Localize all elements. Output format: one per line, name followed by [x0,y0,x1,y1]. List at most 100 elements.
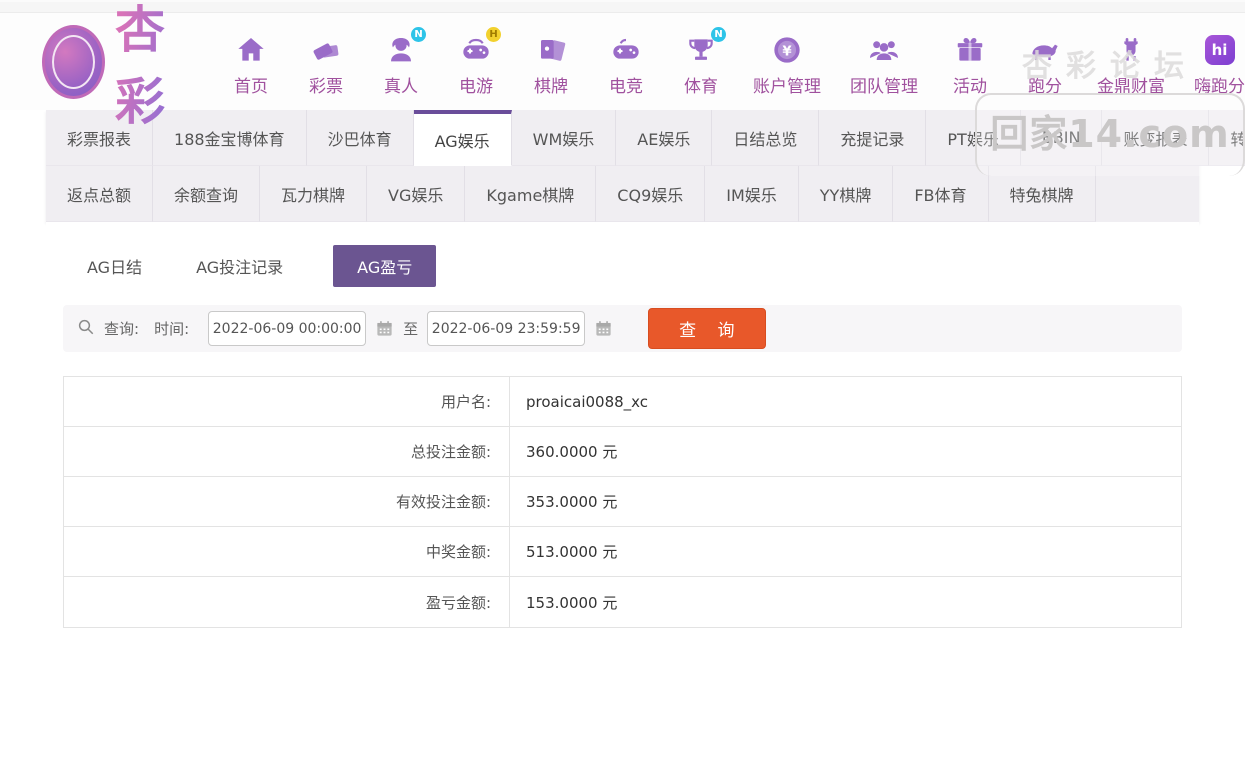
table-row: 有效投注金额: 353.0000 元 [64,477,1181,527]
hot-badge: H [486,26,501,42]
nav-label: 彩票 [309,76,343,97]
nav-label: 电竞 [609,76,643,97]
row-label: 中奖金额: [64,527,510,576]
search-bar: 查询: 时间: 至 查 询 [63,305,1182,352]
subtab-ag-yingkui[interactable]: AG盈亏 [333,245,437,287]
tab-vg-yule[interactable]: VG娱乐 [367,166,466,222]
tab-rijie-zonglan[interactable]: 日结总览 [712,110,820,166]
nav-item-live[interactable]: N 真人 [378,26,426,97]
nav-label: 账户管理 [753,76,821,97]
nav-label: 活动 [953,76,987,97]
content-card: AG日结 AG投注记录 AG盈亏 查询: 时间: 至 查 询 用户名: [46,222,1199,645]
subtab-ag-rijie[interactable]: AG日结 [83,245,146,287]
tab-zhuanzhang-baobiao[interactable]: 转账报表 [1209,110,1245,166]
logo-emblem-icon [42,24,105,99]
row-value: proaicai0088_xc [526,392,649,411]
query-label: 查询: [104,320,140,338]
to-separator: 至 [403,320,419,338]
rhino-icon [1028,33,1062,67]
hi-app-icon: hi [1203,33,1237,67]
time-label: 时间: [154,320,190,338]
search-icon [77,318,95,340]
tab-cq9-yule[interactable]: CQ9娱乐 [596,166,706,222]
query-button[interactable]: 查 询 [648,308,766,349]
site-header: 杏彩 首页 彩票 N 真人 H 电游 棋牌 电竞 N 体育 ¥ 账户管理 团队管… [0,1,1245,176]
nav-item-account[interactable]: ¥ 账户管理 [753,33,821,97]
tab-fandian-zonge[interactable]: 返点总额 [46,166,154,222]
cards-icon [534,33,568,67]
row-label: 用户名: [64,377,510,426]
nav-label: 首页 [234,76,268,97]
nav-label: 团队管理 [850,76,918,97]
tab-wali-qipai[interactable]: 瓦力棋牌 [260,166,368,222]
subtab-ag-touzhu-jilu[interactable]: AG投注记录 [192,245,287,287]
tab-bbin[interactable]: BBIN [1020,110,1103,166]
tab-yy-qipai[interactable]: YY棋牌 [798,166,894,222]
tab-row-1: 彩票报表 188金宝博体育 沙巴体育 AG娱乐 WM娱乐 AE娱乐 日结总览 充… [46,110,1245,166]
live-person-icon: N [384,26,426,67]
nav-item-paofen[interactable]: 跑分 [1022,33,1068,97]
new-badge: N [411,26,426,42]
nav-item-egames[interactable]: H 电游 [453,26,501,97]
date-to-input[interactable] [427,311,586,346]
tab-fb-tiyu[interactable]: FB体育 [893,166,989,222]
table-row: 盈亏金额: 153.0000 元 [64,577,1181,627]
gamepad-icon: H [459,26,501,67]
tab-row-2: 返点总额 余额查询 瓦力棋牌 VG娱乐 Kgame棋牌 CQ9娱乐 IM娱乐 Y… [46,166,1199,222]
nav-item-activity[interactable]: 活动 [947,33,993,97]
row-value: 353.0000 元 [526,493,618,511]
trophy-icon: N [684,26,726,67]
nav-item-sports[interactable]: N 体育 [678,26,726,97]
calendar-icon[interactable] [375,319,394,338]
tab-ae-yule[interactable]: AE娱乐 [616,110,713,166]
nav-item-jinding[interactable]: 金鼎财富 [1097,33,1165,97]
row-value: 513.0000 元 [526,543,618,561]
row-label: 总投注金额: [64,427,510,476]
table-row: 中奖金额: 513.0000 元 [64,527,1181,577]
nav-item-cards[interactable]: 棋牌 [528,33,574,97]
tab-tetu-qipai[interactable]: 特兔棋牌 [988,166,1096,222]
table-row: 用户名: proaicai0088_xc [64,377,1181,427]
main-nav: 首页 彩票 N 真人 H 电游 棋牌 电竞 N 体育 ¥ 账户管理 团队管理 活… [228,26,1245,97]
tab-im-yule[interactable]: IM娱乐 [705,166,799,222]
tab-kgame-qipai[interactable]: Kgame棋牌 [465,166,597,222]
calendar-icon[interactable] [594,319,613,338]
tab-zhangbian-baobiao[interactable]: 账变报表 [1102,110,1210,166]
home-icon [234,33,268,67]
profit-summary-table: 用户名: proaicai0088_xc 总投注金额: 360.0000 元 有… [63,376,1182,628]
row-value: 360.0000 元 [526,443,618,461]
date-from-input[interactable] [208,311,367,346]
esports-gamepad-icon [609,33,643,67]
nav-label: 棋牌 [534,76,568,97]
team-icon [867,33,901,67]
table-row: 总投注金额: 360.0000 元 [64,427,1181,477]
nav-item-esports[interactable]: 电竞 [603,33,649,97]
tickets-icon [309,33,343,67]
ag-subtabs: AG日结 AG投注记录 AG盈亏 [63,239,1182,289]
tab-yue-chaxun[interactable]: 余额查询 [153,166,261,222]
new-badge: N [711,26,726,42]
nav-item-home[interactable]: 首页 [228,33,274,97]
nav-label: 体育 [684,76,718,97]
nav-item-team[interactable]: 团队管理 [850,33,918,97]
report-tabstrip: 彩票报表 188金宝博体育 沙巴体育 AG娱乐 WM娱乐 AE娱乐 日结总览 充… [46,110,1245,222]
nav-label: 嗨跑分 [1194,76,1245,97]
nav-item-hipaofen[interactable]: hi 嗨跑分 [1194,33,1245,97]
nav-label: 真人 [384,76,418,97]
tab-pt-yule[interactable]: PT娱乐 [926,110,1021,166]
row-label: 有效投注金额: [64,477,510,526]
nav-label: 金鼎财富 [1097,76,1165,97]
logo-wordmark: 杏彩 [115,0,202,134]
ding-icon [1114,33,1148,67]
nav-label: 跑分 [1028,76,1062,97]
tab-chongti-jilu[interactable]: 充提记录 [819,110,927,166]
nav-item-lottery[interactable]: 彩票 [303,33,349,97]
gift-icon [953,33,987,67]
tab-shaba-tiyu[interactable]: 沙巴体育 [306,110,414,166]
row-label: 盈亏金额: [64,577,510,627]
tab-wm-yule[interactable]: WM娱乐 [511,110,617,166]
site-logo[interactable]: 杏彩 [42,0,202,134]
nav-label: 电游 [459,76,493,97]
tab-ag-yule[interactable]: AG娱乐 [413,110,512,166]
svg-text:¥: ¥ [782,44,792,59]
